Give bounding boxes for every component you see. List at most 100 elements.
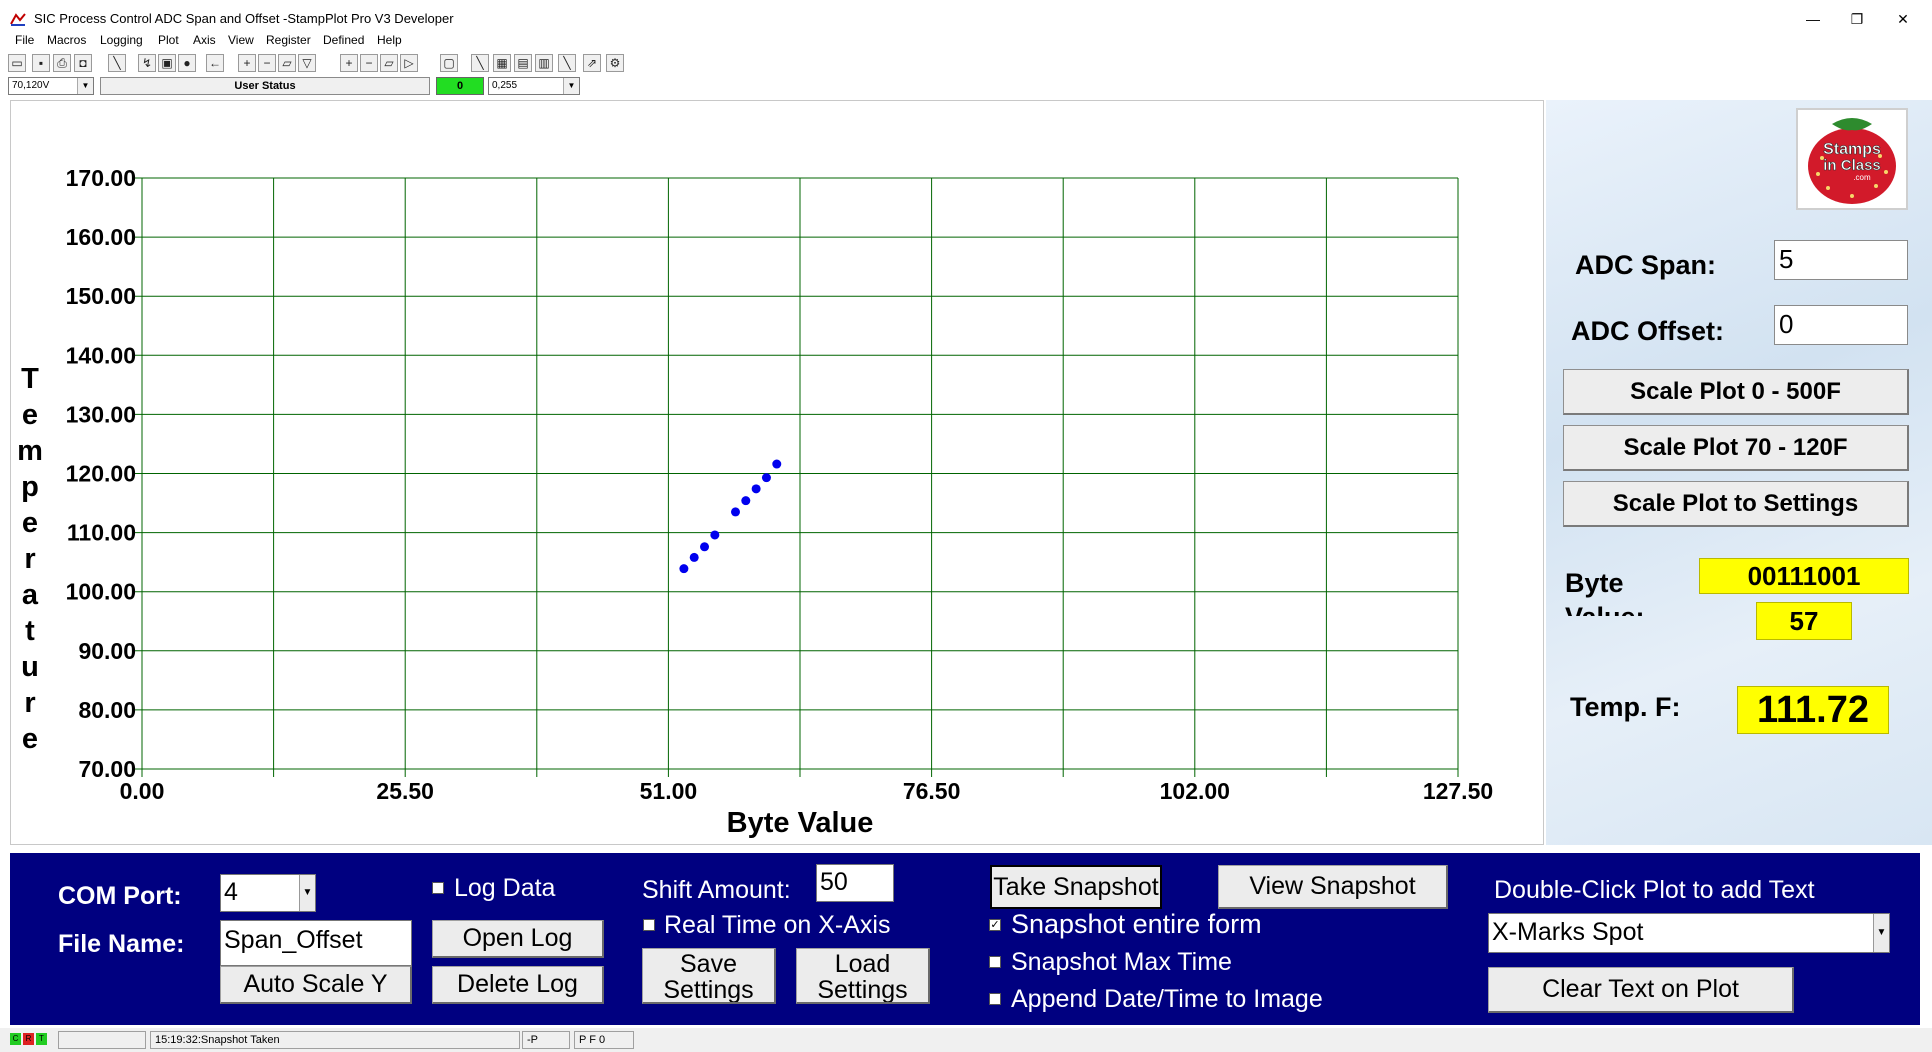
close-button[interactable]: ✕ (1880, 6, 1926, 32)
adc-offset-input[interactable]: 0 (1774, 305, 1908, 345)
auto-scale-y-button[interactable]: Auto Scale Y (220, 966, 412, 1004)
menu-defined[interactable]: Defined (323, 33, 364, 47)
log-icon[interactable]: ▥ (535, 54, 553, 72)
realtime-x-axis-checkbox[interactable] (643, 919, 655, 931)
com-port-value: 4 (224, 878, 238, 906)
back-arrow-icon[interactable]: ← (206, 54, 224, 72)
plot-area[interactable]: 0.00 25.50 51.00 76.50 102.00 127.50 170.00 160… (10, 100, 1544, 845)
scale-x-icon[interactable]: ▱ (278, 54, 296, 72)
take-snapshot-button[interactable]: Take Snapshot (990, 865, 1162, 909)
menu-view[interactable]: View (228, 33, 254, 47)
y-axis-label-letter: r (24, 687, 35, 719)
logo-text-com: .com (1853, 173, 1871, 182)
data-point (772, 459, 782, 469)
wand-icon[interactable]: ╲ (108, 54, 126, 72)
data-point (700, 542, 710, 552)
led-c: C (10, 1033, 21, 1045)
maximize-button[interactable]: ❐ (1834, 6, 1880, 32)
scatter-chart[interactable]: 0.00 25.50 51.00 76.50 102.00 127.50170.00160… (11, 101, 1545, 846)
delete-log-button[interactable]: Delete Log (432, 966, 604, 1004)
camera-icon[interactable]: ◘ (74, 54, 92, 72)
points-icon[interactable]: ▢ (440, 54, 458, 72)
save-icon[interactable]: ▪ (32, 54, 50, 72)
grid-icon[interactable]: ▦ (493, 54, 511, 72)
shift-amount-input[interactable]: 50 (816, 864, 894, 902)
snapshot-entire-form-checkbox[interactable]: ✓ (989, 919, 1001, 931)
byte-binary-display: 00111001 (1699, 558, 1909, 594)
save-settings-button[interactable]: Save Settings (642, 948, 776, 1004)
fit-x-icon[interactable]: ▽ (298, 54, 316, 72)
data-point (761, 473, 771, 483)
zoom-out-x-icon[interactable]: − (258, 54, 276, 72)
scale-plot-settings-button[interactable]: Scale Plot to Settings (1563, 481, 1909, 527)
stop-icon[interactable]: ● (178, 54, 196, 72)
append-date-time-checkbox[interactable] (989, 993, 1001, 1005)
status-bar: C R T 15:19:32:Snapshot Taken -P P F 0 (0, 1028, 1932, 1052)
menu-help[interactable]: Help (377, 33, 402, 47)
y-tick-label: 120.00 (66, 461, 136, 487)
x-tick-label: 127.50 (1423, 778, 1493, 804)
chevron-down-icon[interactable]: ▼ (563, 78, 579, 94)
view-snapshot-button[interactable]: View Snapshot (1218, 865, 1448, 909)
log-data-checkbox[interactable] (432, 882, 444, 894)
y-tick-label: 90.00 (78, 638, 136, 664)
print-icon[interactable]: ⎙ (53, 54, 71, 72)
led-r: R (23, 1033, 34, 1045)
log-data-label: Log Data (454, 874, 556, 902)
chevron-down-icon[interactable]: ▼ (77, 78, 93, 94)
y-axis-label-letter: p (21, 471, 39, 503)
monitor-icon[interactable]: ▣ (158, 54, 176, 72)
progress-bar (58, 1031, 146, 1049)
connect-icon[interactable]: ↯ (138, 54, 156, 72)
x-tick-label: 102.00 (1160, 778, 1230, 804)
menu-file[interactable]: File (15, 33, 34, 47)
zoom-out-y-icon[interactable]: − (360, 54, 378, 72)
tools-icon[interactable]: ⚙ (606, 54, 624, 72)
menu-logging[interactable]: Logging (100, 33, 143, 47)
byte-range-combo[interactable]: 0,255 ▼ (488, 77, 580, 95)
append-date-time-label: Append Date/Time to Image (1011, 985, 1323, 1013)
scale-y-icon[interactable]: ▱ (380, 54, 398, 72)
temp-display: 111.72 (1737, 686, 1889, 734)
com-port-select[interactable]: 4 ▼ (220, 874, 316, 912)
menu-macros[interactable]: Macros (47, 33, 86, 47)
chevron-down-icon[interactable]: ▼ (1873, 914, 1889, 952)
zoom-in-x-icon[interactable]: + (238, 54, 256, 72)
snapshot-max-time-checkbox[interactable] (989, 956, 1001, 968)
clear-text-on-plot-button[interactable]: Clear Text on Plot (1488, 967, 1794, 1013)
notes-icon[interactable]: ▤ (514, 54, 532, 72)
adc-span-input[interactable]: 5 (1774, 240, 1908, 280)
minimize-button[interactable]: — (1790, 6, 1836, 32)
y-tick-label: 80.00 (78, 697, 136, 723)
menu-register[interactable]: Register (266, 33, 311, 47)
menu-plot[interactable]: Plot (158, 33, 179, 47)
y-axis-label-letter: e (22, 507, 38, 539)
y-tick-label: 140.00 (66, 342, 136, 368)
y-axis-label-letter: e (22, 399, 38, 431)
open-icon[interactable]: ▭ (8, 54, 26, 72)
user-status: User Status (100, 77, 430, 95)
plot-text-select[interactable]: X-Marks Spot ▼ (1488, 913, 1890, 953)
pen-icon[interactable]: ╲ (471, 54, 489, 72)
byte-value-label-box: Byte Value: (1565, 566, 1705, 616)
y-tick-label: 170.00 (66, 165, 136, 191)
scale-plot-0-500-button[interactable]: Scale Plot 0 - 500F (1563, 369, 1909, 415)
chevron-down-icon[interactable]: ▼ (299, 875, 315, 911)
load-settings-line2: Settings (817, 976, 908, 1004)
save-settings-line1: Save (680, 950, 737, 978)
range-combo-value: 70,120V (12, 80, 50, 91)
open-log-button[interactable]: Open Log (432, 920, 604, 958)
range-combo[interactable]: 70,120V ▼ (8, 77, 94, 95)
y-axis-label-letter: e (22, 723, 38, 755)
file-name-input[interactable]: Span_Offset (220, 920, 412, 966)
fit-y-icon[interactable]: ▷ (400, 54, 418, 72)
status-mode: -P (522, 1031, 570, 1049)
scale-plot-70-120-button[interactable]: Scale Plot 70 - 120F (1563, 425, 1909, 471)
menu-axis[interactable]: Axis (193, 33, 216, 47)
strawberry-logo-icon: Stamps in Class .com (1808, 118, 1896, 204)
export-icon[interactable]: ⇗ (583, 54, 601, 72)
x-tick-label: 25.50 (376, 778, 434, 804)
load-settings-button[interactable]: Load Settings (796, 948, 930, 1004)
draw-icon[interactable]: ╲ (558, 54, 576, 72)
zoom-in-y-icon[interactable]: + (340, 54, 358, 72)
